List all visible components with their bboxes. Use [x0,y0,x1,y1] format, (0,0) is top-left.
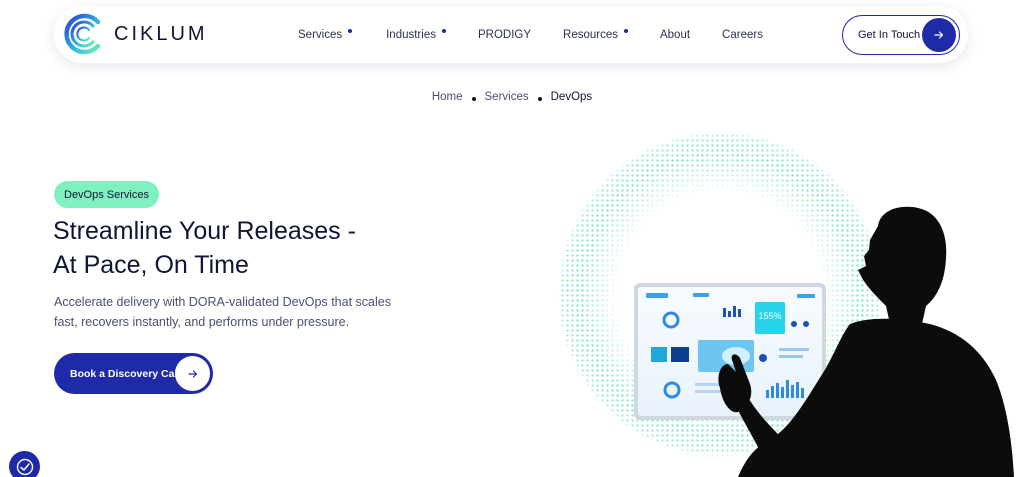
breadcrumb-home[interactable]: Home [432,91,463,103]
breadcrumb-current: DevOps [550,91,593,103]
breadcrumb-services[interactable]: Services [485,91,529,103]
hero-image: 155% [557,131,1014,477]
hero-headline-line-1: Streamline Your Releases - [53,217,356,245]
get-in-touch-label: Get In Touch [858,29,921,41]
dashboard-stat: 155% [758,311,781,321]
breadcrumb-separator-icon [471,97,476,101]
hero-headline-line-2: At Pace, On Time [53,251,249,279]
ciklum-logo[interactable]: CIKLUM [62,12,208,56]
dropdown-dot-icon [623,28,628,33]
book-discovery-call-label: Book a Discovery Call [70,367,181,380]
nav-item-industries[interactable]: Industries [386,28,446,41]
breadcrumb: Home Services DevOps [0,91,1024,103]
ciklum-logo-icon [64,13,101,55]
nav-item-services[interactable]: Services [298,28,353,41]
hero-illustration: 155% [550,128,1024,477]
nav-item-about[interactable]: About [660,29,690,41]
nav-item-resources[interactable]: Resources [563,28,628,41]
nav-item-label: Careers [722,28,763,41]
dropdown-dot-icon [441,28,446,33]
nav-item-label: Services [298,28,343,41]
top-navigation: CIKLUM Services Industries PRODIGY Resou… [54,6,968,63]
book-discovery-call-button[interactable]: Book a Discovery Call [54,353,213,394]
devops-services-badge: DevOps Services [54,181,159,208]
arrow-right-icon [922,18,956,52]
get-in-touch-button[interactable]: Get In Touch [842,15,960,55]
nav-item-label: About [659,28,691,41]
hero-headline: Streamline Your Releases - At Pace, On T… [53,214,453,282]
dropdown-dot-icon [348,28,353,33]
nav-item-label: PRODIGY [477,28,532,41]
main-menu: Services Industries PRODIGY Resources Ab… [298,6,763,63]
nav-item-label: Industries [386,28,436,41]
breadcrumb-separator-icon [537,97,542,101]
nav-item-careers[interactable]: Careers [722,29,763,41]
hero-subtext: Accelerate delivery with DORA-validated … [54,295,391,329]
arrow-right-icon [175,356,210,391]
accessibility-button[interactable] [9,451,40,477]
accessibility-icon [16,458,33,475]
brand-name: CIKLUM [114,22,208,45]
nav-item-prodigy[interactable]: PRODIGY [478,29,531,41]
nav-item-label: Resources [563,28,618,41]
